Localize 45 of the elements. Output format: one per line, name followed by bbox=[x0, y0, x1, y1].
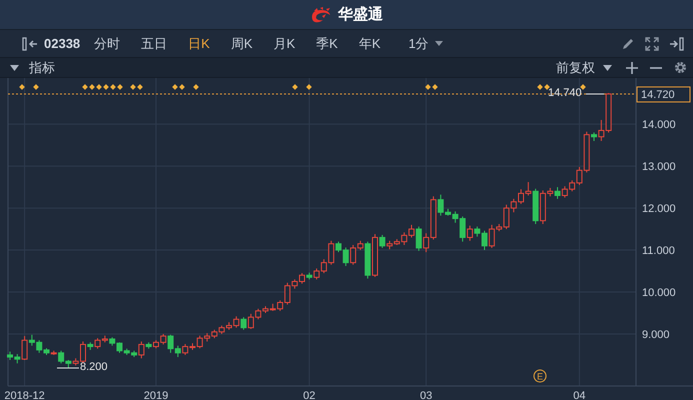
price-axis-label: 10.000 bbox=[642, 287, 676, 299]
fullscreen-icon[interactable] bbox=[645, 36, 659, 50]
high-price-label: 14.740 bbox=[548, 87, 582, 99]
period-tab[interactable]: 月K bbox=[274, 34, 296, 52]
period-tab[interactable]: 日K bbox=[188, 34, 210, 52]
price-axis-label: 14.000 bbox=[642, 119, 676, 132]
price-axis-label: 11.000 bbox=[642, 245, 675, 258]
interval-dropdown[interactable]: 1分 bbox=[408, 34, 443, 52]
date-axis-label: 2018-12 bbox=[4, 390, 45, 400]
collapse-caret-icon[interactable] bbox=[10, 64, 19, 70]
candlestick bbox=[466, 225, 473, 242]
event-marker-icon bbox=[534, 370, 546, 382]
candlestick bbox=[554, 186, 560, 200]
caret-icon[interactable] bbox=[603, 64, 612, 70]
settings-icon[interactable] bbox=[674, 61, 687, 74]
stock-code: 02338 bbox=[44, 36, 80, 51]
low-price-label: 8.200 bbox=[80, 361, 108, 373]
caret-icon[interactable] bbox=[434, 41, 443, 46]
period-tab[interactable]: 分时 bbox=[94, 34, 120, 52]
adjustment-dropdown[interactable]: 前复权 bbox=[556, 58, 612, 76]
price-axis-label: 13.000 bbox=[642, 161, 676, 174]
candlestick bbox=[138, 341, 144, 359]
date-axis-label: 04 bbox=[573, 390, 586, 400]
app-title: 华盛通 bbox=[338, 5, 383, 24]
period-tab[interactable]: 五日 bbox=[141, 34, 168, 52]
period-tab[interactable]: 周K bbox=[230, 34, 252, 52]
candlestick bbox=[240, 316, 247, 330]
event-marker-label: E bbox=[537, 372, 543, 382]
exit-panel-icon[interactable] bbox=[669, 36, 685, 50]
collapse-panel-icon[interactable] bbox=[22, 36, 38, 50]
candlestick bbox=[379, 234, 386, 248]
candlestick bbox=[416, 226, 422, 252]
current-price-label: 14.720 bbox=[641, 88, 675, 101]
date-axis-label: 2019 bbox=[144, 390, 168, 400]
current-price-tag bbox=[636, 86, 690, 102]
pencil-icon[interactable] bbox=[621, 36, 635, 50]
date-axis-label: 03 bbox=[420, 390, 432, 400]
date-axis-label: 02 bbox=[303, 390, 316, 400]
price-axis-label: 12.000 bbox=[642, 203, 676, 216]
period-tab[interactable]: 年K bbox=[358, 34, 381, 52]
price-axis-label: 9.000 bbox=[642, 328, 670, 341]
period-tab[interactable]: 季K bbox=[316, 34, 338, 52]
candlestick bbox=[22, 336, 28, 360]
indicator-label[interactable]: 指标 bbox=[29, 58, 55, 76]
plus-icon[interactable] bbox=[626, 62, 638, 74]
